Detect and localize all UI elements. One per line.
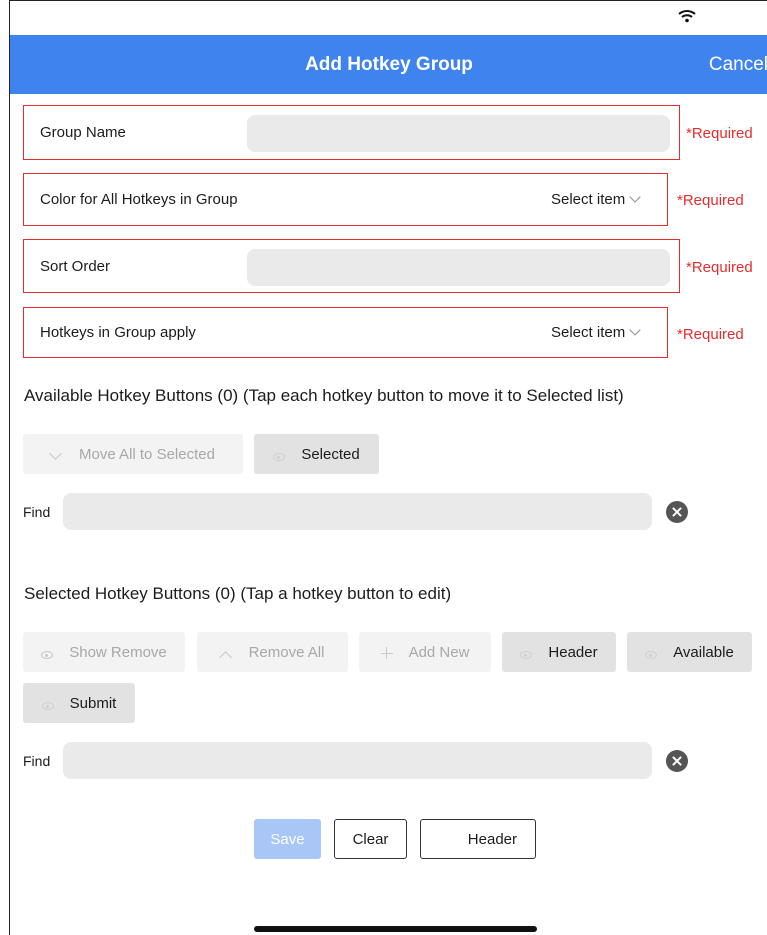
chevron-down-icon — [629, 191, 641, 203]
sort-order-required: *Required — [686, 259, 753, 276]
apply-select[interactable]: Select item — [551, 324, 641, 341]
cancel-button[interactable]: Cancel — [709, 35, 767, 94]
eye-icon — [645, 651, 658, 659]
selected-find-input[interactable] — [63, 742, 652, 779]
selected-label: Selected — [301, 445, 360, 463]
home-indicator — [254, 926, 537, 932]
move-all-label: Move All to Selected — [79, 445, 215, 463]
group-name-field: Group Name — [23, 105, 680, 160]
group-name-label: Group Name — [40, 124, 126, 141]
chevron-down-icon — [629, 324, 641, 336]
sort-order-input[interactable] — [247, 249, 670, 286]
eye-icon — [41, 651, 54, 659]
selected-section-title: Selected Hotkey Buttons (0) (Tap a hotke… — [24, 584, 452, 603]
clear-search-icon[interactable] — [666, 501, 688, 523]
app-window: Add Hotkey Group Cancel Group Name *Requ… — [9, 0, 767, 935]
wifi-icon — [678, 10, 696, 23]
clear-search-icon[interactable] — [666, 750, 688, 772]
sort-order-field: Sort Order — [23, 239, 680, 293]
add-new-label: Add New — [408, 643, 470, 661]
page-title: Add Hotkey Group — [305, 54, 473, 75]
header-toggle-button[interactable]: Header — [502, 632, 616, 672]
color-select-value: Select item — [551, 191, 626, 208]
save-button[interactable]: Save — [254, 819, 321, 859]
chevron-up-icon — [218, 651, 232, 664]
selected-find-label: Find — [23, 753, 51, 769]
show-remove-label: Show Remove — [69, 643, 167, 661]
group-name-input[interactable] — [247, 115, 670, 152]
color-required: *Required — [677, 192, 744, 209]
apply-select-value: Select item — [551, 324, 626, 341]
add-new-button[interactable]: Add New — [359, 632, 491, 672]
footer-header-button[interactable]: Header — [420, 819, 536, 859]
sort-order-label: Sort Order — [40, 258, 111, 275]
remove-all-label: Remove All — [248, 643, 325, 661]
header-label: Header — [548, 643, 598, 661]
plus-icon — [380, 647, 393, 659]
eye-icon — [520, 651, 533, 659]
available-section-title: Available Hotkey Buttons (0) (Tap each h… — [24, 386, 624, 405]
status-bar — [10, 1, 767, 35]
color-select[interactable]: Select item — [551, 191, 641, 208]
show-remove-button[interactable]: Show Remove — [23, 632, 185, 672]
submit-toggle-button[interactable]: Submit — [23, 683, 135, 723]
chevron-down-icon — [49, 447, 62, 460]
color-field: Color for All Hotkeys in Group Select it… — [23, 173, 668, 226]
available-label: Available — [673, 643, 734, 661]
remove-all-button[interactable]: Remove All — [197, 632, 348, 672]
move-all-to-selected-button[interactable]: Move All to Selected — [23, 434, 243, 474]
eye-icon — [41, 702, 54, 710]
apply-required: *Required — [677, 326, 744, 343]
apply-label: Hotkeys in Group apply — [40, 324, 196, 341]
available-find-input[interactable] — [63, 493, 652, 530]
eye-icon — [273, 453, 286, 461]
available-toggle-button[interactable]: Available — [627, 632, 752, 672]
selected-toggle-button[interactable]: Selected — [254, 434, 379, 474]
clear-button[interactable]: Clear — [334, 819, 407, 859]
navigation-bar: Add Hotkey Group Cancel — [10, 35, 767, 94]
apply-field: Hotkeys in Group apply Select item — [23, 307, 668, 358]
submit-label: Submit — [69, 694, 117, 712]
color-label: Color for All Hotkeys in Group — [40, 191, 238, 208]
available-find-label: Find — [23, 504, 51, 520]
group-name-required: *Required — [686, 125, 753, 142]
